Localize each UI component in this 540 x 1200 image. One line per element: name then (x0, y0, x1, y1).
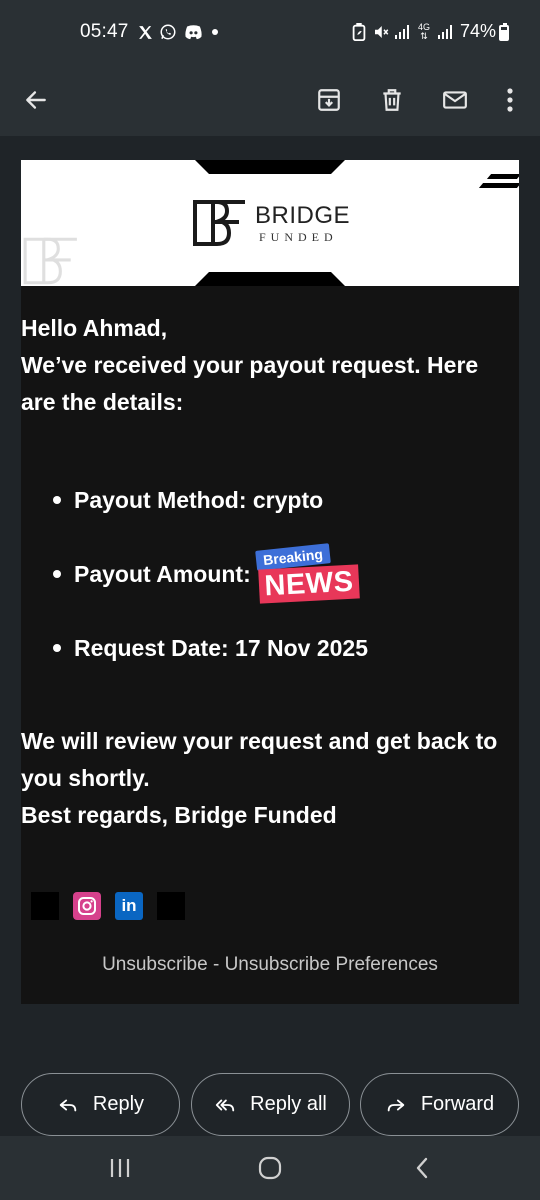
logo-watermark-icon (23, 237, 77, 285)
forward-button[interactable]: Forward (360, 1073, 519, 1136)
delete-icon[interactable] (368, 76, 416, 124)
whatsapp-icon (158, 22, 178, 42)
breaking-news-image: Breaking NEWS (248, 543, 362, 605)
linkedin-icon[interactable]: in (115, 892, 143, 920)
email-body: BRIDGE FUNDED Hello Ahmad, We’ve receive… (21, 160, 519, 1004)
discord-icon (182, 22, 204, 42)
instagram-icon[interactable] (73, 892, 101, 920)
app-bar (0, 66, 540, 136)
x-icon (135, 22, 155, 42)
unsubscribe-preferences-link[interactable]: Unsubscribe Preferences (225, 954, 438, 975)
battery-percent: 74% (460, 21, 497, 41)
back-icon[interactable] (392, 1150, 452, 1186)
intro-text: We’ve received your payout request. Here… (21, 352, 479, 415)
reply-label: Reply (92, 1093, 145, 1115)
news-badge-main: NEWS (258, 564, 360, 604)
4g-icon: 4G ⇅ (414, 22, 434, 42)
closing-text: We will review your request and get back… (21, 728, 498, 791)
home-icon[interactable] (240, 1150, 300, 1186)
bullet-icon (53, 644, 61, 652)
data-arrows-icon: ⇅ (420, 31, 428, 41)
payout-method: Payout Method: crypto (74, 487, 324, 513)
list-item: Request Date: 17 Nov 2025 (21, 630, 519, 704)
reply-button[interactable]: Reply (21, 1073, 180, 1136)
reply-actions: Reply Reply all Forward (21, 1073, 519, 1136)
reply-all-icon (215, 1099, 235, 1111)
reply-all-label: Reply all (250, 1093, 327, 1115)
mark-unread-icon[interactable] (431, 76, 479, 124)
signal-icon (393, 22, 411, 42)
mute-icon (371, 22, 391, 42)
banner-decoration-top (195, 160, 345, 174)
notification-dot-icon (212, 29, 218, 35)
recent-apps-icon[interactable] (90, 1150, 150, 1186)
archive-icon[interactable] (305, 76, 353, 124)
brand-banner: BRIDGE FUNDED (21, 160, 519, 286)
status-time: 05:47 (80, 21, 129, 42)
back-arrow-icon[interactable] (12, 76, 60, 124)
signal-icon-2 (436, 22, 454, 42)
payout-amount: Payout Amount: (74, 561, 251, 587)
bridge-funded-logo-icon (193, 200, 245, 246)
brand-title: BRIDGE (255, 202, 351, 229)
forward-icon (387, 1099, 405, 1111)
bullet-icon (53, 570, 61, 578)
payout-details-list: Payout Method: crypto Payout Amount: Bre… (21, 482, 519, 704)
list-item: Payout Method: crypto (21, 482, 519, 556)
status-bar: 05:47 4G ⇅ 74% (0, 0, 540, 66)
greeting-text: Hello Ahmad, (21, 315, 168, 341)
social-links: in (31, 892, 185, 920)
more-options-icon[interactable] (486, 76, 534, 124)
bullet-icon (53, 496, 61, 504)
battery-saver-icon (350, 22, 368, 42)
system-nav-bar (0, 1136, 540, 1200)
email-content[interactable]: BRIDGE FUNDED Hello Ahmad, We’ve receive… (0, 136, 540, 1136)
banner-stripes (478, 172, 519, 192)
battery-icon (499, 23, 509, 41)
request-date: Request Date: 17 Nov 2025 (74, 635, 369, 661)
banner-decoration-bottom (195, 272, 345, 286)
unsubscribe-link[interactable]: Unsubscribe (102, 954, 208, 975)
regards-text: Best regards, Bridge Funded (21, 802, 337, 828)
tiktok-icon[interactable] (157, 892, 185, 920)
reply-icon (59, 1099, 77, 1111)
unsubscribe-separator: - (207, 954, 225, 975)
brand-subtitle: FUNDED (259, 230, 338, 244)
unsubscribe-row: Unsubscribe - Unsubscribe Preferences (21, 954, 519, 976)
reply-all-button[interactable]: Reply all (191, 1073, 350, 1136)
forward-label: Forward (420, 1093, 495, 1115)
list-item: Payout Amount: Breaking NEWS (21, 543, 519, 630)
x-social-icon[interactable] (31, 892, 59, 920)
